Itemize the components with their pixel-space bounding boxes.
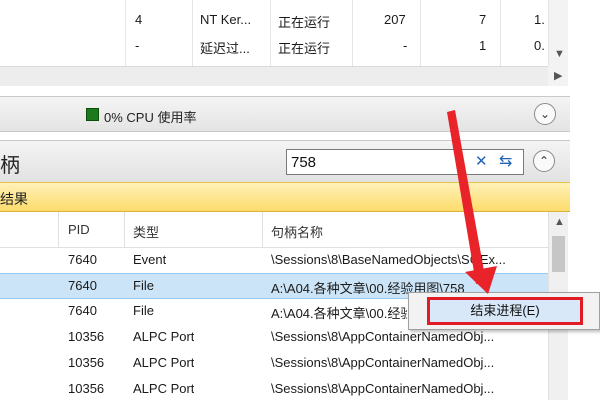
row-pid: 7640 bbox=[68, 278, 97, 293]
column-header-type[interactable]: 类型 bbox=[133, 222, 159, 241]
refresh-icon[interactable]: ⇆ bbox=[499, 151, 512, 171]
window-edge bbox=[568, 0, 600, 90]
process-pid: 4 bbox=[135, 12, 143, 27]
close-icon[interactable]: ✕ bbox=[475, 152, 488, 170]
row-pid: 10356 bbox=[68, 329, 105, 344]
process-vertical-scrollbar[interactable]: ▼ bbox=[548, 0, 568, 66]
expand-button[interactable]: ⌄ bbox=[534, 103, 556, 125]
process-handles: 1 bbox=[479, 38, 487, 53]
row-pid: 10356 bbox=[68, 355, 105, 370]
window-edge bbox=[570, 96, 600, 400]
associated-handles-header: 柄 ✕ ⇆ ⌃ bbox=[0, 140, 570, 182]
search-handles-input[interactable] bbox=[291, 152, 471, 172]
chevron-down-icon: ⌄ bbox=[539, 107, 551, 121]
search-handles-box[interactable]: ✕ ⇆ bbox=[286, 149, 524, 175]
process-cpu: 1. bbox=[534, 12, 545, 27]
row-type: ALPC Port bbox=[133, 329, 195, 344]
process-horizontal-scrollbar[interactable] bbox=[0, 66, 548, 86]
column-separator bbox=[262, 212, 263, 248]
column-header-handle-name[interactable]: 句柄名称 bbox=[271, 222, 323, 241]
table-row[interactable]: 7640 Event \Sessions\8\BaseNamedObjects\… bbox=[0, 248, 548, 274]
row-handle-name: \Sessions\8\AppContainerNamedObj... bbox=[271, 355, 495, 370]
scrollbar-thumb[interactable] bbox=[552, 236, 565, 272]
row-type: ALPC Port bbox=[133, 381, 195, 396]
process-status: 正在运行 bbox=[278, 41, 331, 56]
search-result-banner: 结果 bbox=[0, 182, 570, 212]
end-process-menu-item[interactable]: 结束进程(E) bbox=[427, 297, 583, 325]
table-row[interactable]: 10356 ALPC Port \Sessions\8\AppContainer… bbox=[0, 377, 548, 400]
table-header: PID 类型 句柄名称 bbox=[0, 212, 548, 248]
process-description: 延迟过... bbox=[200, 41, 250, 56]
scroll-down-icon[interactable]: ▼ bbox=[554, 48, 565, 60]
row-handle-name: \Sessions\8\BaseNamedObjects\SGEx... bbox=[271, 252, 506, 267]
section-title: 柄 bbox=[0, 155, 20, 177]
process-threads: - bbox=[403, 38, 408, 53]
column-separator bbox=[58, 212, 59, 248]
search-result-label: 结果 bbox=[0, 191, 28, 207]
scrollbar-corner: ▶ bbox=[548, 66, 568, 86]
cpu-usage-header[interactable]: 0% CPU 使用率 ⌄ bbox=[0, 96, 570, 132]
column-header-pid[interactable]: PID bbox=[68, 222, 90, 237]
row-type: Event bbox=[133, 252, 167, 267]
chevron-up-icon: ⌃ bbox=[538, 154, 550, 168]
process-row[interactable]: 4 NT Ker... 正在运行 207 7 1. bbox=[0, 8, 548, 34]
process-threads: 207 bbox=[384, 12, 406, 27]
process-pid: - bbox=[135, 38, 140, 53]
process-status: 正在运行 bbox=[278, 15, 331, 30]
row-type: File bbox=[133, 278, 154, 293]
row-handle-name: \Sessions\8\AppContainerNamedObj... bbox=[271, 381, 495, 396]
scroll-up-icon[interactable]: ▲ bbox=[554, 216, 565, 228]
row-handle-name: \Sessions\8\AppContainerNamedObj... bbox=[271, 329, 495, 344]
row-pid: 7640 bbox=[68, 303, 97, 318]
row-pid: 10356 bbox=[68, 381, 105, 396]
column-separator bbox=[124, 212, 125, 248]
row-type: File bbox=[133, 303, 154, 318]
cpu-indicator-icon bbox=[86, 108, 99, 121]
cpu-usage-label: 0% CPU 使用率 bbox=[104, 110, 197, 125]
process-handles: 7 bbox=[479, 12, 487, 27]
scroll-right-icon[interactable]: ▶ bbox=[554, 69, 562, 82]
process-description: NT Ker... bbox=[200, 12, 252, 27]
table-row[interactable]: 10356 ALPC Port \Sessions\8\AppContainer… bbox=[0, 351, 548, 377]
process-cpu: 0. bbox=[534, 38, 545, 53]
process-table: 4 NT Ker... 正在运行 207 7 1. - 延迟过... 正在运行 … bbox=[0, 0, 600, 90]
context-menu: 结束进程(E) bbox=[408, 292, 600, 330]
row-handle-name: A:\A04.各种文章\00.经验... bbox=[271, 306, 407, 321]
row-type: ALPC Port bbox=[133, 355, 195, 370]
collapse-button[interactable]: ⌃ bbox=[533, 150, 555, 172]
process-row[interactable]: - 延迟过... 正在运行 - 1 0. bbox=[0, 34, 548, 60]
row-pid: 7640 bbox=[68, 252, 97, 267]
